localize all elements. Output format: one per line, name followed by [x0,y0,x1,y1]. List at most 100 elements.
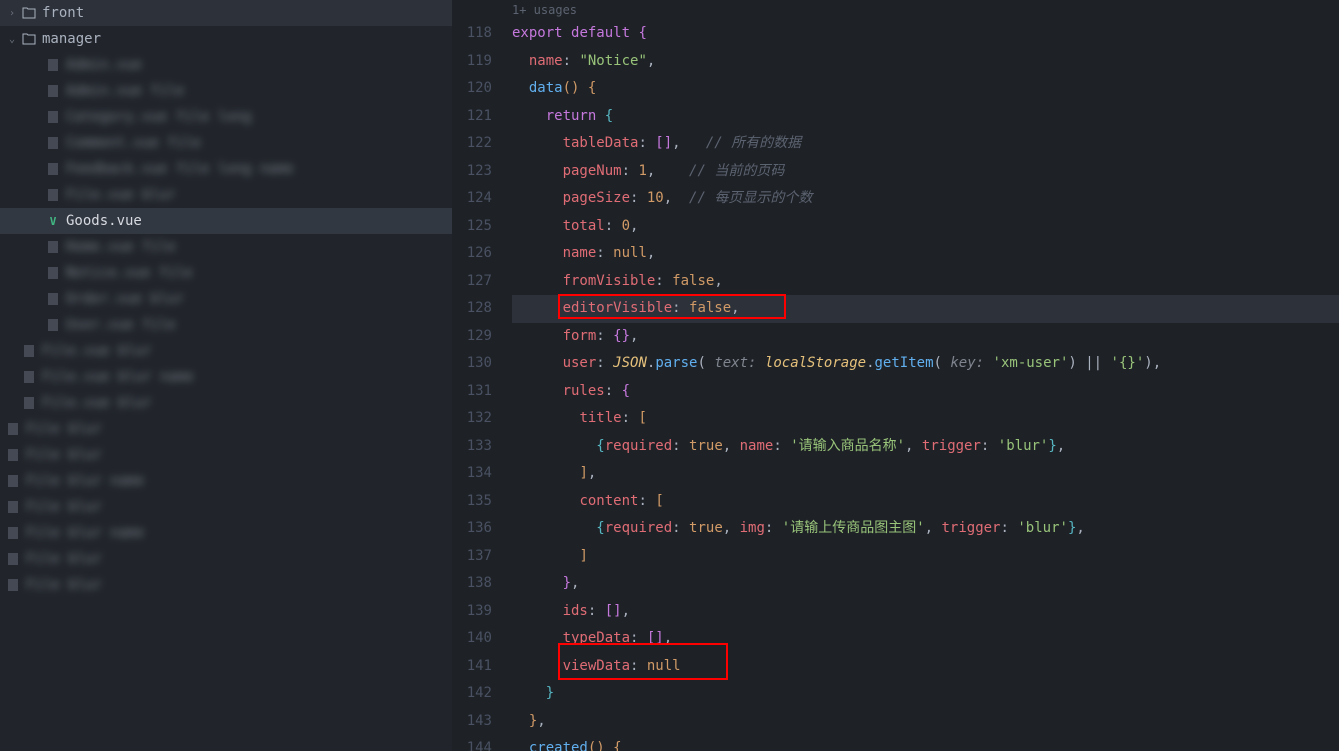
line-number: 141 [452,653,492,681]
file-item[interactable]: File blur name [0,468,452,494]
file-item[interactable]: File blur [0,416,452,442]
file-item[interactable]: File blur [0,572,452,598]
tree-item-label: File blur [26,447,102,463]
code-line[interactable]: rules: { [512,378,1339,406]
file-item[interactable]: File blur [0,494,452,520]
file-item[interactable]: Comment.vue file [0,130,452,156]
tree-item-label: File.vue blur [66,187,176,203]
file-icon [44,162,62,176]
line-number: 137 [452,543,492,571]
tree-item-label: Notice.vue file [66,265,192,281]
tree-item-label: Comment.vue file [66,135,201,151]
line-number: 118 [452,20,492,48]
code-line[interactable]: created() { [512,735,1339,751]
file-icon [44,318,62,332]
file-item[interactable]: Feedback.vue file long name [0,156,452,182]
code-line[interactable]: return { [512,103,1339,131]
code-line[interactable]: title: [ [512,405,1339,433]
code-line[interactable]: export default { [512,20,1339,48]
code-line[interactable]: content: [ [512,488,1339,516]
file-item[interactable]: Category.vue file long [0,104,452,130]
file-item[interactable]: File blur [0,442,452,468]
file-icon [44,266,62,280]
tree-item-label: Home.vue file [66,239,176,255]
line-number: 140 [452,625,492,653]
line-number: 121 [452,103,492,131]
folder-item[interactable]: › front [0,0,452,26]
line-number: 128 [452,295,492,323]
file-item[interactable]: File.vue blur [0,338,452,364]
line-number: 142 [452,680,492,708]
tree-item-label: File blur [26,499,102,515]
code-line[interactable]: {required: true, img: '请输上传商品图主图', trigg… [512,515,1339,543]
tree-item-label: Feedback.vue file long name [66,161,294,177]
code-line[interactable]: typeData: [], [512,625,1339,653]
file-item[interactable]: Order.vue blur [0,286,452,312]
tree-item-label: Category.vue file long [66,109,251,125]
code-line[interactable]: name: null, [512,240,1339,268]
code-line[interactable]: ids: [], [512,598,1339,626]
file-item[interactable]: File.vue blur [0,182,452,208]
line-number: 123 [452,158,492,186]
code-line[interactable]: name: "Notice", [512,48,1339,76]
code-line[interactable]: }, [512,570,1339,598]
file-tree-sidebar[interactable]: › front ⌄managerAdmin.vueAdmin.vue file Cat… [0,0,452,751]
line-number: 135 [452,488,492,516]
code-line[interactable]: } [512,680,1339,708]
code-line[interactable]: editorVisible: false, [512,295,1339,323]
line-number: 134 [452,460,492,488]
file-item[interactable]: V Goods.vue [0,208,452,234]
code-line[interactable]: {required: true, name: '请输入商品名称', trigge… [512,433,1339,461]
code-line[interactable]: ], [512,460,1339,488]
line-number: 122 [452,130,492,158]
line-number: 124 [452,185,492,213]
folder-item[interactable]: ⌄manager [0,26,452,52]
file-icon [4,500,22,514]
code-line[interactable]: viewData: null [512,653,1339,681]
file-item[interactable]: Home.vue file [0,234,452,260]
code-line[interactable]: data() { [512,75,1339,103]
code-line[interactable]: ] [512,543,1339,571]
vue-file-icon: V [44,215,62,228]
file-icon [20,344,38,358]
file-item[interactable]: File.vue blur [0,390,452,416]
code-editor[interactable]: 1181191201211221231241251261271281291301… [452,0,1339,751]
gutter-spacer [452,0,492,20]
tree-item-label: User.vue file [66,317,176,333]
file-item[interactable]: File blur [0,546,452,572]
tree-item-label: Goods.vue [66,213,142,229]
code-line[interactable]: user: JSON.parse( text: localStorage.get… [512,350,1339,378]
file-icon [44,110,62,124]
line-number: 139 [452,598,492,626]
code-line[interactable]: total: 0, [512,213,1339,241]
file-item[interactable]: Admin.vue [0,52,452,78]
file-item[interactable]: File blur name [0,520,452,546]
code-line[interactable]: }, [512,708,1339,736]
tree-item-label: File.vue blur [42,395,152,411]
file-item[interactable]: User.vue file [0,312,452,338]
file-item[interactable]: Notice.vue file [0,260,452,286]
file-icon [4,578,22,592]
file-icon [44,58,62,72]
file-icon [4,552,22,566]
code-line[interactable]: tableData: [], // 所有的数据 [512,130,1339,158]
file-item[interactable]: File.vue blur name [0,364,452,390]
line-number: 131 [452,378,492,406]
file-icon [4,448,22,462]
usages-hint[interactable]: 1+ usages [512,0,1339,20]
code-area[interactable]: 1+ usages export default { name: "Notice… [512,0,1339,751]
file-icon [44,292,62,306]
tree-item-label: front [42,5,84,21]
chevron-down-icon[interactable]: ⌄ [4,34,20,45]
line-number: 126 [452,240,492,268]
code-line[interactable]: fromVisible: false, [512,268,1339,296]
file-icon [20,370,38,384]
line-number: 143 [452,708,492,736]
line-number: 125 [452,213,492,241]
code-line[interactable]: pageNum: 1, // 当前的页码 [512,158,1339,186]
code-line[interactable]: form: {}, [512,323,1339,351]
file-item[interactable]: Admin.vue file [0,78,452,104]
chevron-right-icon[interactable]: › [4,8,20,19]
line-number-gutter: 1181191201211221231241251261271281291301… [452,0,512,751]
code-line[interactable]: pageSize: 10, // 每页显示的个数 [512,185,1339,213]
